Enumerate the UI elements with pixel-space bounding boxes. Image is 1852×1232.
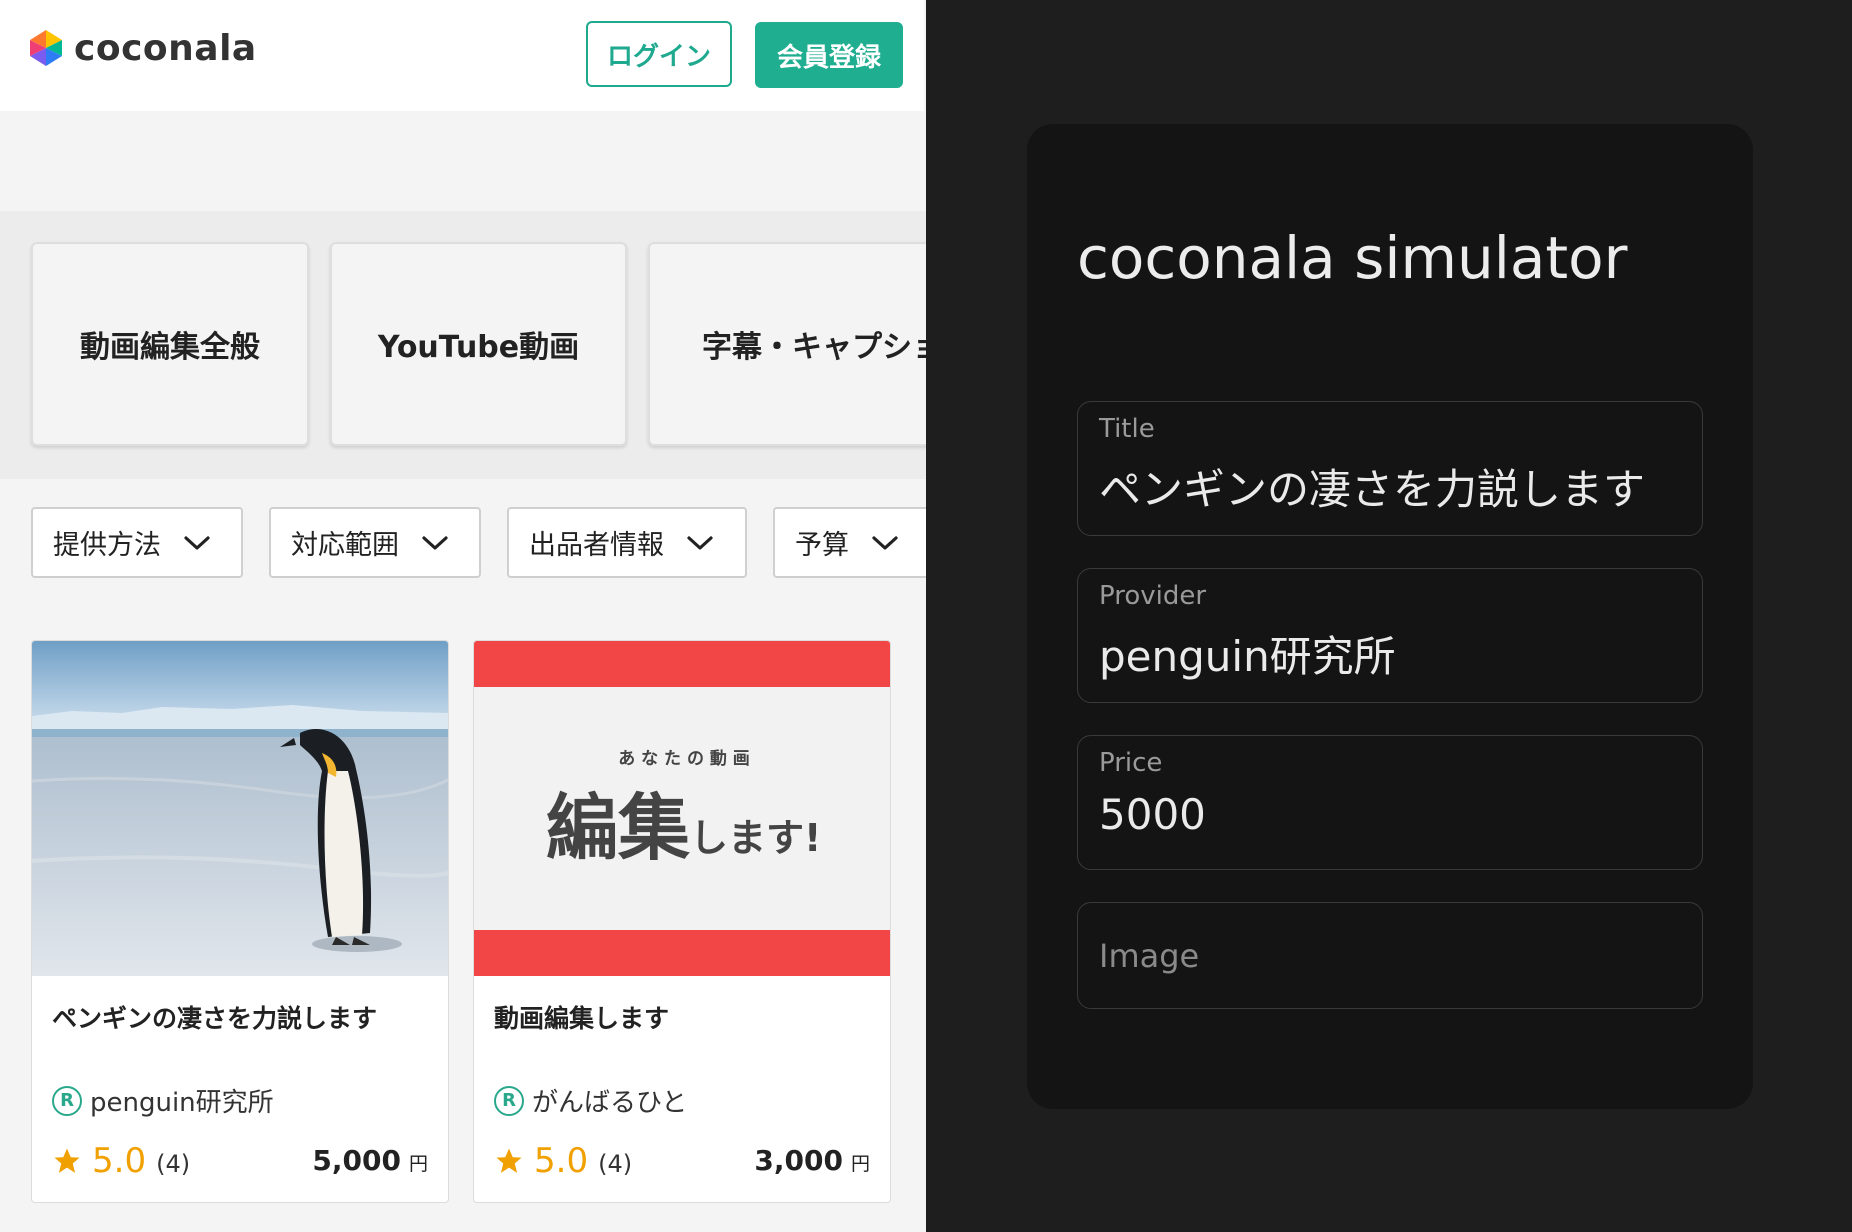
penguin-thumbnail bbox=[32, 641, 448, 976]
rating-count: (4) bbox=[156, 1150, 191, 1178]
listing-title[interactable]: 動画編集します bbox=[494, 999, 669, 1035]
category-card-subtitles[interactable]: 字幕・キャプショ bbox=[648, 242, 926, 446]
filter-seller-info[interactable]: 出品者情報 bbox=[507, 507, 747, 578]
filter-label: 予算 bbox=[795, 530, 849, 561]
provider-field-value[interactable]: penguin研究所 bbox=[1099, 623, 1396, 684]
filter-label: 提供方法 bbox=[53, 530, 161, 561]
listing-title[interactable]: ペンギンの凄さを力説します bbox=[52, 999, 377, 1035]
thumb-caption-big: 編集 bbox=[546, 786, 690, 870]
listing-card-penguin[interactable]: ペンギンの凄さを力説します R penguin研究所 5.0 (4) 5,000… bbox=[31, 640, 449, 1203]
chevron-down-icon bbox=[872, 535, 898, 550]
site-header: coconala ログイン 会員登録 bbox=[0, 0, 924, 111]
seller-name: がんばるひと bbox=[532, 1088, 688, 1118]
chevron-down-icon bbox=[184, 535, 210, 550]
simulator-panel: coconala simulator Title ペンギンの凄さを力説します P… bbox=[1027, 124, 1753, 1109]
seller-info[interactable]: R penguin研究所 bbox=[52, 1082, 274, 1119]
rating: 5.0 (4) bbox=[52, 1141, 190, 1181]
filter-label: 出品者情報 bbox=[529, 530, 664, 561]
filter-budget[interactable]: 予算 bbox=[773, 507, 926, 578]
price-field[interactable]: Price 5000 bbox=[1077, 735, 1703, 870]
rating-score: 5.0 bbox=[534, 1141, 589, 1181]
rating-score: 5.0 bbox=[92, 1141, 147, 1181]
simulator-area: coconala simulator Title ペンギンの凄さを力説します P… bbox=[926, 0, 1852, 1232]
coconala-logo[interactable]: coconala bbox=[26, 26, 257, 70]
provider-field-label: Provider bbox=[1099, 581, 1207, 611]
title-field[interactable]: Title ペンギンの凄さを力説します bbox=[1077, 401, 1703, 536]
filter-scope[interactable]: 対応範囲 bbox=[269, 507, 481, 578]
image-field-label: Image bbox=[1099, 937, 1200, 975]
price-field-label: Price bbox=[1099, 748, 1163, 778]
thumb-caption-small: あ な た の 動 画 bbox=[618, 748, 750, 769]
provider-field[interactable]: Provider penguin研究所 bbox=[1077, 568, 1703, 703]
price-unit: 円 bbox=[408, 1153, 428, 1175]
listing-price: 5,000 円 bbox=[312, 1144, 428, 1177]
rank-badge-icon: R bbox=[52, 1085, 82, 1116]
login-button[interactable]: ログイン bbox=[586, 21, 732, 87]
coconala-logo-icon bbox=[30, 30, 62, 66]
rating-count: (4) bbox=[598, 1150, 633, 1178]
price-value: 3,000 bbox=[754, 1144, 843, 1177]
chevron-down-icon bbox=[422, 535, 448, 550]
category-card-youtube[interactable]: YouTube動画 bbox=[330, 242, 627, 446]
chevron-down-icon bbox=[687, 535, 713, 550]
filter-delivery-method[interactable]: 提供方法 bbox=[31, 507, 243, 578]
title-field-label: Title bbox=[1099, 414, 1155, 444]
logo-text: coconala bbox=[74, 27, 257, 69]
listing-price: 3,000 円 bbox=[754, 1144, 870, 1177]
register-button[interactable]: 会員登録 bbox=[755, 22, 903, 88]
thumb-caption-suffix: します! bbox=[690, 816, 821, 860]
rating: 5.0 (4) bbox=[494, 1141, 632, 1181]
seller-name: penguin研究所 bbox=[90, 1088, 274, 1118]
image-field[interactable]: Image bbox=[1077, 902, 1703, 1009]
star-icon bbox=[496, 1148, 522, 1173]
price-field-value[interactable]: 5000 bbox=[1099, 790, 1206, 839]
listing-card-video-editing[interactable]: あ な た の 動 画 編集 します! 動画編集します R がんばるひと 5.0… bbox=[473, 640, 891, 1203]
video-editing-thumbnail: あ な た の 動 画 編集 します! bbox=[474, 641, 890, 976]
price-value: 5,000 bbox=[312, 1144, 401, 1177]
simulator-title: coconala simulator bbox=[1077, 224, 1628, 292]
price-unit: 円 bbox=[850, 1153, 870, 1175]
filter-label: 対応範囲 bbox=[291, 530, 399, 561]
category-card-video-editing[interactable]: 動画編集全般 bbox=[31, 242, 309, 446]
title-field-value[interactable]: ペンギンの凄さを力説します bbox=[1099, 456, 1645, 517]
seller-info[interactable]: R がんばるひと bbox=[494, 1082, 687, 1119]
coconala-page: coconala ログイン 会員登録 動画編集全般 YouTube動画 字幕・キ… bbox=[0, 0, 926, 1232]
star-icon bbox=[54, 1148, 80, 1173]
rank-badge-icon: R bbox=[494, 1085, 524, 1116]
